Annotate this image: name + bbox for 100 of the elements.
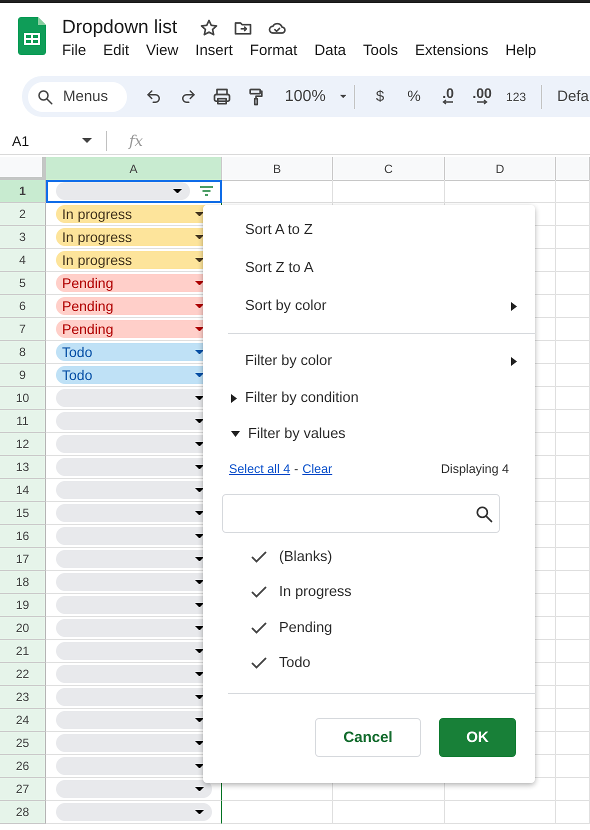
caret-icon (195, 418, 204, 424)
number-format-button[interactable]: 123 (499, 82, 534, 110)
table-cell[interactable] (46, 801, 222, 824)
column-header[interactable]: A (46, 157, 222, 181)
row-number[interactable]: 27 (0, 778, 46, 801)
caret-icon (195, 694, 204, 700)
select-all-corner[interactable] (0, 157, 46, 181)
caret-icon (82, 138, 92, 143)
row-number[interactable]: 6 (0, 295, 46, 318)
menu-item[interactable]: File (62, 42, 86, 59)
decrease-decimals-button[interactable]: .0 (431, 82, 466, 110)
value-checkbox-item[interactable]: Todo (203, 646, 535, 681)
section-toggle[interactable]: Filter by values (203, 416, 535, 452)
triangle-icon (231, 394, 237, 402)
currency-button[interactable]: $ (363, 82, 398, 110)
print-icon (212, 86, 232, 106)
row-number[interactable]: 4 (0, 249, 46, 272)
column-header[interactable]: C (333, 157, 445, 181)
row-number[interactable]: 2 (0, 203, 46, 226)
cell-reference[interactable]: A1 (12, 132, 82, 148)
cancel-button[interactable]: Cancel (315, 718, 421, 757)
row-number[interactable]: 11 (0, 410, 46, 433)
row-number[interactable]: 22 (0, 663, 46, 686)
caret-icon (195, 626, 204, 630)
menu-item[interactable]: Format (250, 42, 298, 59)
value-checkbox-item[interactable]: (Blanks) (203, 539, 535, 574)
row-number[interactable]: 16 (0, 525, 46, 548)
selected-cell[interactable] (46, 180, 222, 203)
caret-icon (195, 234, 204, 240)
row-number[interactable]: 14 (0, 479, 46, 502)
sheets-logo-icon[interactable] (18, 17, 46, 55)
row-number[interactable]: 26 (0, 755, 46, 778)
column-header[interactable]: D (445, 157, 556, 181)
row-number[interactable]: 21 (0, 640, 46, 663)
row-number[interactable]: 12 (0, 433, 46, 456)
star-icon[interactable] (199, 18, 220, 38)
row-number[interactable]: 7 (0, 318, 46, 341)
select-all-link[interactable]: Select all 4 (229, 462, 290, 476)
triangle-icon (511, 302, 517, 310)
table-cell[interactable]: Pending (46, 272, 222, 295)
table-cell[interactable]: Todo (46, 341, 222, 364)
value-checkbox-item[interactable]: In progress (203, 574, 535, 610)
menu-item[interactable]: Extensions (415, 42, 488, 59)
table-cell[interactable]: In progress (46, 249, 222, 272)
menu-item[interactable]: Data (314, 42, 346, 59)
search-field[interactable] (222, 494, 500, 533)
filter-icon[interactable] (200, 186, 213, 196)
triangle-icon (511, 356, 517, 366)
column-header[interactable]: B (222, 157, 333, 181)
row-number[interactable]: 28 (0, 801, 46, 824)
caret-icon (195, 372, 204, 378)
percent-button[interactable]: % (397, 82, 432, 110)
dropdown-chip[interactable] (56, 803, 212, 821)
menu-item[interactable]: Insert (195, 42, 233, 59)
row-number[interactable]: 5 (0, 272, 46, 295)
menus-search-field[interactable]: Menus (28, 82, 127, 112)
formula-label: fx (129, 132, 144, 150)
search-icon (36, 88, 54, 106)
row-number[interactable]: 13 (0, 456, 46, 479)
menu-item[interactable]: View (146, 42, 178, 59)
caret-icon (195, 396, 204, 400)
increase-decimals-button[interactable]: .00 (465, 82, 500, 110)
ok-button[interactable]: OK (439, 718, 516, 757)
zoom-dropdown[interactable]: 100% (284, 82, 346, 110)
row-number[interactable]: 20 (0, 617, 46, 640)
row-number[interactable]: 1 (0, 180, 46, 203)
search-placeholder: Menus (63, 88, 108, 105)
row-number[interactable]: 25 (0, 732, 46, 755)
left-arrow-icon (442, 99, 454, 105)
font-dropdown[interactable]: Defa (556, 82, 590, 110)
clear-link[interactable]: Clear (302, 462, 332, 476)
table-cell[interactable]: In progress (46, 226, 222, 249)
row-number[interactable]: 17 (0, 548, 46, 571)
caret-icon (195, 580, 204, 584)
table-cell[interactable]: Todo (46, 364, 222, 387)
column-header[interactable] (556, 157, 590, 181)
undo-icon (144, 88, 163, 106)
caret-icon (195, 648, 204, 654)
row-number[interactable]: 10 (0, 387, 46, 410)
document-title[interactable]: Dropdown list (62, 17, 178, 39)
caret-icon (340, 94, 346, 99)
table-cell[interactable]: Pending (46, 295, 222, 318)
link-separator: - (294, 462, 298, 476)
row-number[interactable]: 3 (0, 226, 46, 249)
row-number[interactable]: 23 (0, 686, 46, 709)
row-number[interactable]: 24 (0, 709, 46, 732)
caret-icon (195, 304, 204, 308)
dropdown-chip[interactable] (56, 780, 212, 798)
table-cell[interactable] (46, 778, 222, 801)
row-number[interactable]: 19 (0, 594, 46, 617)
menu-item[interactable]: Edit (103, 42, 130, 59)
row-number[interactable]: 15 (0, 502, 46, 525)
row-number[interactable]: 18 (0, 571, 46, 594)
row-number[interactable]: 8 (0, 341, 46, 364)
value-checkbox-item[interactable]: Pending (203, 610, 535, 646)
row-number[interactable]: 9 (0, 364, 46, 387)
caret-icon (195, 212, 204, 216)
menu-item[interactable]: Help (505, 42, 536, 59)
table-cell[interactable]: Pending (46, 318, 222, 341)
menu-item[interactable]: Tools (363, 42, 398, 59)
